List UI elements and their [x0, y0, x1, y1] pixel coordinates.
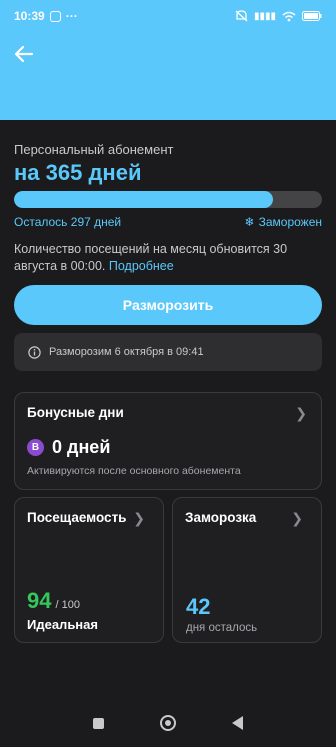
mute-icon — [235, 10, 248, 22]
frozen-status: ❄ Заморожен — [245, 215, 322, 229]
bonus-days-card[interactable]: Бонусные дни ❯ B 0 дней Активируются пос… — [14, 392, 322, 490]
attendance-card[interactable]: Посещаемость ❯ 94 / 100 Идеальная — [14, 497, 164, 643]
subscription-progress-bar — [14, 191, 322, 208]
notice-text: Разморозим 6 октября в 09:41 — [49, 346, 204, 358]
status-bar: 10:39 ··· ▮▮▮▮ — [0, 0, 336, 32]
subscription-title: на 365 дней — [14, 160, 142, 185]
days-remaining: Осталось 297 дней — [14, 215, 122, 229]
attendance-value: 94 — [27, 588, 52, 613]
signal-icon: ▮▮▮▮ — [253, 10, 276, 22]
recents-button[interactable] — [93, 717, 104, 729]
back-arrow-icon[interactable] — [12, 42, 36, 66]
subscription-label: Персональный абонемент — [14, 142, 174, 157]
frozen-label: Заморожен — [258, 215, 322, 229]
bonus-days-title: Бонусные дни — [27, 405, 124, 420]
freeze-days-value: 42 — [186, 594, 211, 619]
freeze-title: Заморозка — [185, 510, 257, 525]
attendance-label: Идеальная — [27, 617, 98, 632]
bonus-badge-icon: B — [27, 439, 44, 456]
attendance-title: Посещаемость — [27, 510, 127, 525]
bonus-days-value: 0 дней — [52, 437, 111, 457]
clock: 10:39 — [14, 9, 45, 23]
snowflake-icon: ❄ — [244, 215, 255, 229]
chevron-right-icon: ❯ — [133, 510, 145, 526]
unfreeze-button[interactable]: Разморозить — [14, 285, 322, 325]
chevron-right-icon: ❯ — [291, 510, 303, 526]
more-link[interactable]: Подробнее — [109, 259, 174, 273]
freeze-card[interactable]: Заморозка ❯ 42 дня осталось — [172, 497, 322, 643]
system-back-button[interactable] — [232, 716, 243, 730]
unfreeze-notice: Разморозим 6 октября в 09:41 — [14, 333, 322, 371]
attendance-total: / 100 — [55, 599, 80, 611]
info-icon — [28, 345, 41, 359]
wifi-icon — [282, 11, 296, 21]
home-button[interactable] — [160, 715, 176, 731]
freeze-days-label: дня осталось — [186, 622, 258, 634]
progress-fill — [14, 191, 273, 208]
system-navbar — [0, 699, 336, 747]
telegram-icon — [49, 10, 61, 22]
chevron-right-icon: ❯ — [295, 405, 307, 421]
more-notifications-icon: ··· — [65, 9, 78, 23]
battery-icon — [302, 11, 322, 21]
header — [0, 32, 336, 120]
bonus-days-note: Активируются после основного абонемента — [27, 465, 241, 477]
visits-info: Количество посещений на месяц обновится … — [14, 241, 314, 275]
